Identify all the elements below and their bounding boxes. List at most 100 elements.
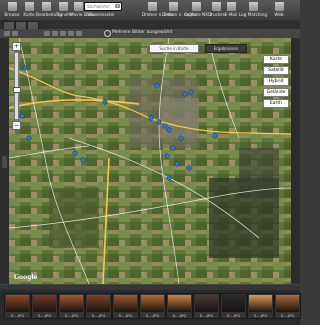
thumbnail-filename: S....JPG [118, 313, 133, 318]
toolbar-focus-button[interactable]: Fokusmesstel [86, 11, 114, 19]
photo-marker [26, 135, 32, 141]
thumbnail-filename: S....JPG [37, 313, 52, 318]
map-type-gelaende[interactable]: Gelände [263, 88, 289, 97]
toolbar-edit-button[interactable]: Bearbeitung [36, 1, 62, 19]
filmstrip: S....JPG S....JPG S....JPG S....JPG S....JPG… [0, 284, 301, 325]
thumbnail-filename: S....JPG [64, 313, 79, 318]
toolbar-rotate-left-button[interactable]: Drehen n. links [142, 1, 174, 19]
filmstrip-thumbnail[interactable]: S....JPG [4, 293, 31, 319]
photo-marker [156, 119, 162, 125]
thumbnail-image [276, 295, 299, 312]
map-type-satellit[interactable]: Satellit [263, 66, 289, 75]
photo-marker [102, 99, 108, 105]
filmstrip-thumbnail[interactable]: S....JPG [274, 293, 301, 319]
thumbnail-image [249, 295, 272, 312]
settings-tool-icon[interactable] [76, 31, 82, 36]
map-toolbar: Mehrere Bilder ausgewählt [0, 29, 300, 38]
satellite-imagery [9, 38, 291, 284]
map-type-hybrid[interactable]: Hybrid [263, 77, 289, 86]
toolbar-capture-nx-button[interactable]: Capture NX 2 [184, 1, 212, 19]
photo-marker [22, 65, 28, 71]
zoom-slider-handle[interactable] [13, 87, 21, 93]
filmstrip-thumbnail[interactable]: S....JPG [139, 293, 166, 319]
map-type-karte[interactable]: Karte [263, 55, 289, 64]
photo-marker [186, 165, 192, 171]
print-icon [211, 2, 221, 11]
filmstrip-header [0, 285, 300, 290]
photo-marker [72, 150, 78, 156]
photo-marker [182, 91, 188, 97]
photo-marker [154, 83, 160, 89]
photo-marker [166, 127, 172, 133]
web-icon [274, 2, 284, 11]
zoom-tool-icon[interactable] [68, 31, 74, 36]
toolbar-transfer-button[interactable]: Transfer [56, 1, 73, 19]
zoom-control: + − [12, 42, 21, 132]
toolbar-print-button[interactable]: Drucken [208, 1, 225, 19]
pin-tool-icon[interactable] [44, 31, 50, 36]
right-panel-collapsed [291, 38, 300, 284]
thumbnail-filename: S....JPG [226, 313, 241, 318]
photo-marker [178, 135, 184, 141]
transfer-icon [58, 2, 68, 11]
map-view[interactable]: + − Suche in Karte Ergebnissen Karte Sat… [9, 38, 291, 284]
filmstrip-thumbnail[interactable]: S....JPG [85, 293, 112, 319]
search-options-icon[interactable]: ▾ [115, 4, 120, 8]
mail-icon [226, 2, 236, 11]
thumbnail-image [33, 295, 56, 312]
zoom-slider[interactable] [13, 52, 21, 120]
results-dropdown[interactable]: Ergebnissen [205, 44, 247, 53]
thumbnail-filename: S....JPG [280, 313, 295, 318]
edit-icon [41, 2, 51, 11]
photo-marker [148, 115, 154, 121]
keyword-search-input[interactable] [85, 3, 117, 9]
toolbar-map-button[interactable]: Karte [22, 1, 36, 19]
filmstrip-thumbnail[interactable]: S....JPG [112, 293, 139, 319]
zoom-in-button[interactable]: + [12, 42, 21, 51]
main-toolbar: Browse Karte Bearbeitung Transfer Movie … [0, 0, 300, 21]
map-icon [24, 2, 34, 11]
capture-icon [191, 2, 201, 11]
hand-tool-icon[interactable] [52, 31, 58, 36]
map-type-selector: Karte Satellit Hybrid Gelände Earth [263, 55, 289, 110]
select-tool-icon[interactable] [12, 31, 18, 36]
thumbnail-image [6, 295, 29, 312]
filmstrip-thumbnail[interactable]: S....JPG [193, 293, 220, 319]
thumbnail-image [168, 295, 191, 312]
thumbnail-image [87, 295, 110, 312]
photo-marker [212, 133, 218, 139]
filmstrip-thumbnail[interactable]: S....JPG [220, 293, 247, 319]
photo-marker [166, 175, 172, 181]
thumbnail-image [141, 295, 164, 312]
log-icon [248, 2, 258, 11]
panel-expand-handle[interactable] [2, 156, 7, 168]
thumbnail-filename: S....JPG [172, 313, 187, 318]
thumbnail-filename: S....JPG [91, 313, 106, 318]
toolbar-email-button[interactable]: E-Mail [224, 1, 238, 19]
thumbnail-filename: S....JPG [145, 313, 160, 318]
thumbnail-image [222, 295, 245, 312]
film-icon [73, 2, 83, 11]
locate-icon[interactable] [104, 30, 111, 37]
map-search-button[interactable]: Suche in Karte [149, 44, 199, 53]
arrow-tool-icon[interactable] [4, 31, 10, 36]
rotate-left-icon [147, 2, 157, 11]
toolbar-browse-button[interactable]: Browse [2, 1, 22, 19]
filmstrip-thumbnail[interactable]: S....JPG [58, 293, 85, 319]
map-type-earth[interactable]: Earth [263, 99, 289, 108]
filmstrip-thumbnail[interactable]: S....JPG [247, 293, 274, 319]
keyword-search[interactable]: ▾ [84, 2, 122, 11]
thumbnail-image [195, 295, 218, 312]
track-tool-icon[interactable] [60, 31, 66, 36]
toolbar-rotate-right-button[interactable]: Drehen n. rechts [162, 1, 197, 19]
thumbnail-filename: S....JPG [199, 313, 214, 318]
filmstrip-thumbnail[interactable]: S....JPG [166, 293, 193, 319]
toolbar-web-button[interactable]: Web [272, 1, 286, 19]
photo-marker [80, 157, 86, 163]
filmstrip-thumbnail[interactable]: S....JPG [31, 293, 58, 319]
zoom-out-button[interactable]: − [12, 121, 21, 130]
google-logo: Google [14, 274, 38, 281]
toolbar-log-matching-button[interactable]: Log Matching [238, 1, 268, 19]
left-panel-collapsed [0, 38, 9, 284]
rotate-right-icon [168, 2, 178, 11]
